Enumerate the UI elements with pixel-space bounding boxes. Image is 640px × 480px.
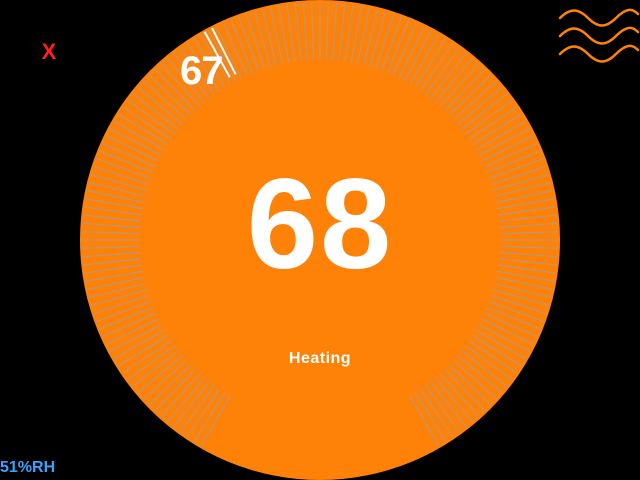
close-icon: X [41,39,57,64]
target-temperature: 68 [246,153,394,296]
close-button[interactable]: X [38,38,60,66]
heat-wave-icon [558,8,640,63]
thermostat-screen: X 67 68 Heating 51%RH [0,0,640,480]
ambient-temperature: 67 [180,49,224,93]
mode-label: Heating [288,350,352,367]
humidity-readout: 51%RH [0,459,56,476]
